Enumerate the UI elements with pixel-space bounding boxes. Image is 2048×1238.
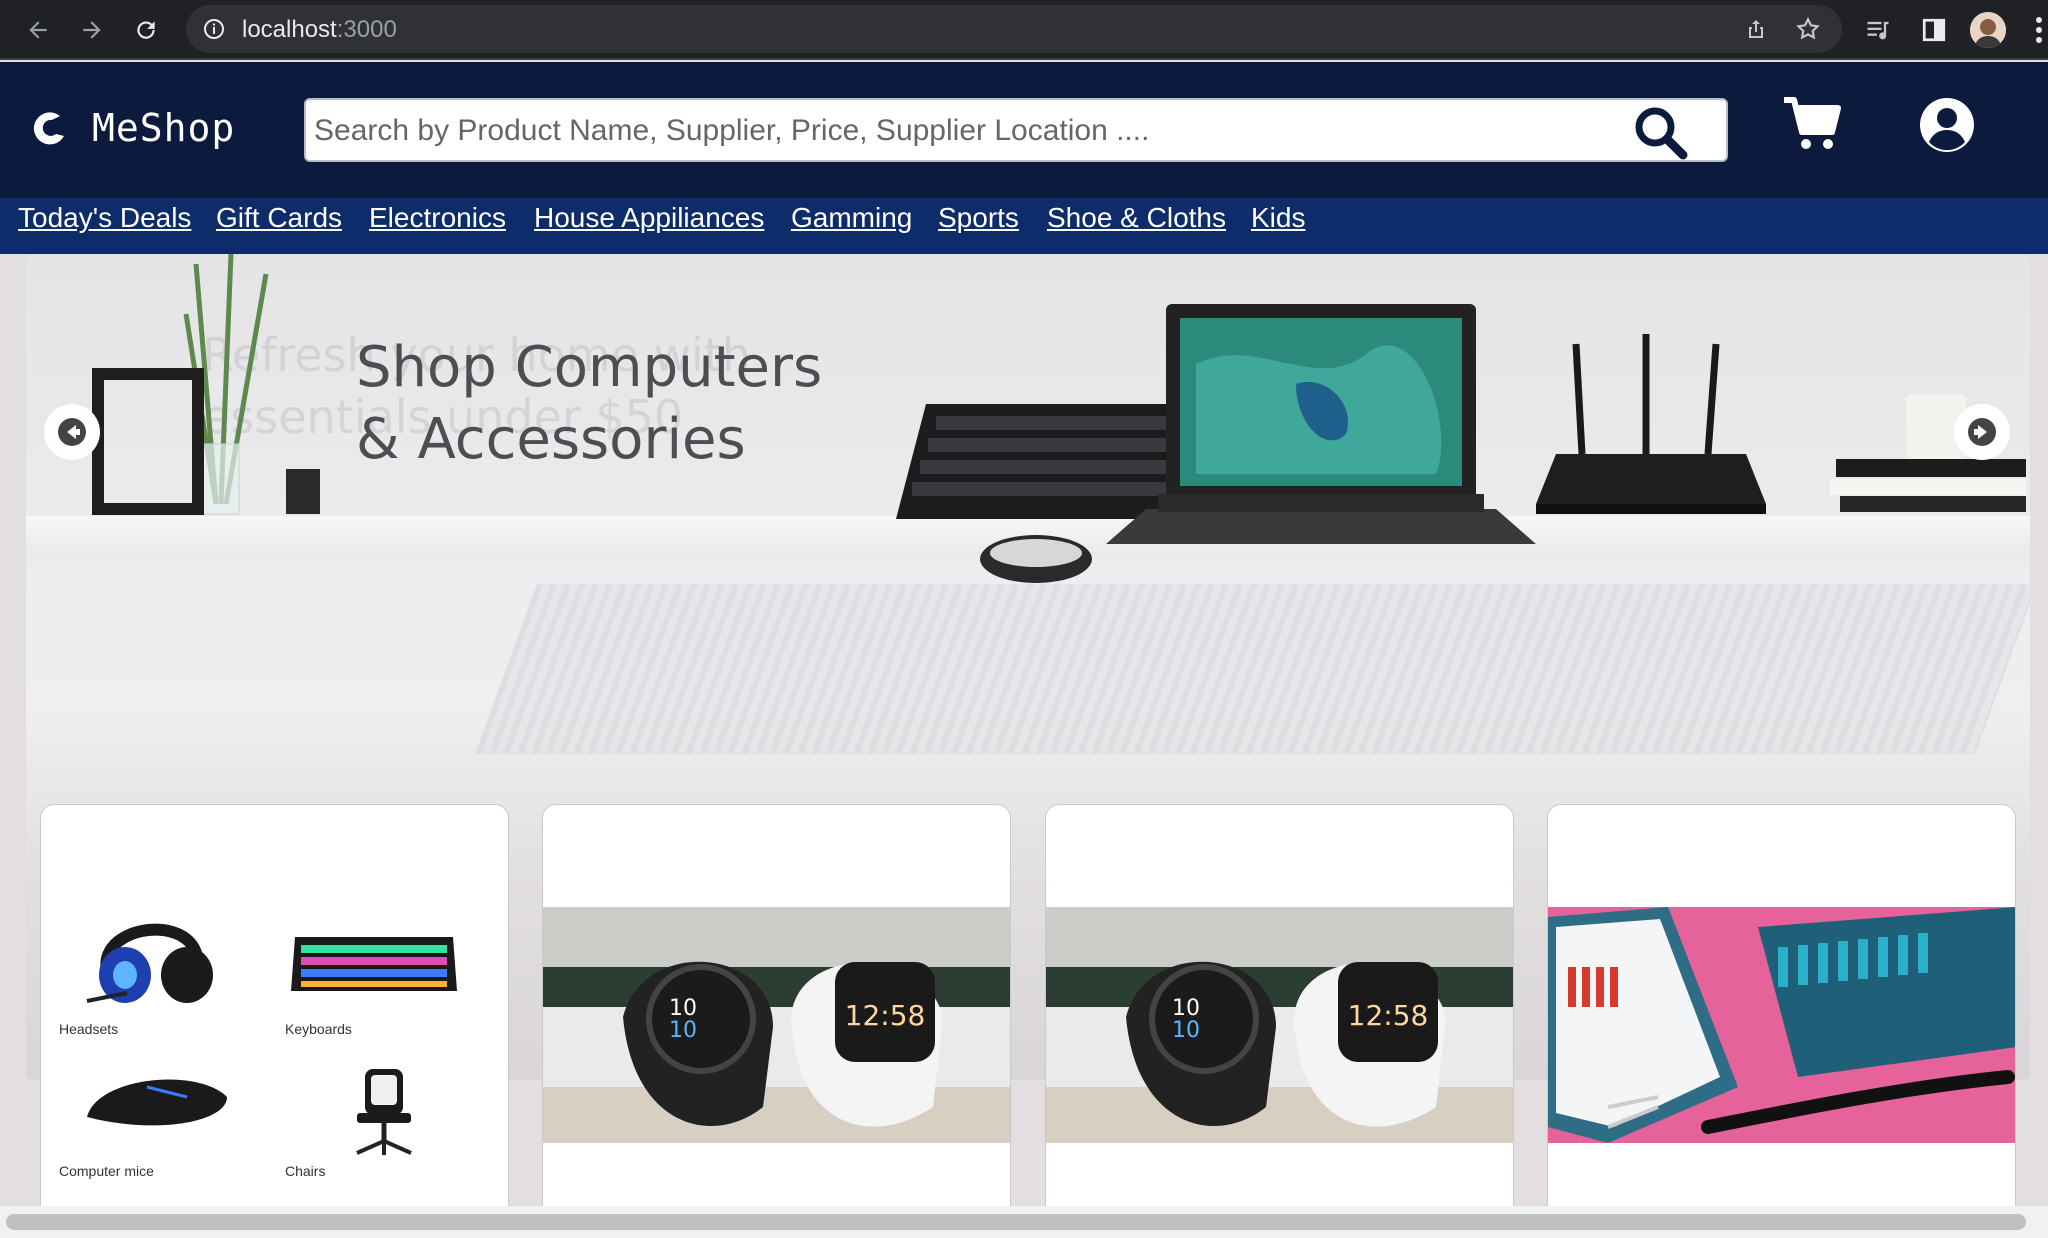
category-shoe-cloths[interactable]: Shoe & Cloths <box>1047 198 1226 254</box>
url-port: :3000 <box>336 16 397 43</box>
site-info-icon[interactable] <box>202 17 226 41</box>
product-card-tool-kit[interactable] <box>1547 804 2016 1214</box>
address-bar[interactable]: localhost:3000 <box>186 5 1842 53</box>
search-icon[interactable] <box>1630 104 1690 160</box>
share-icon[interactable] <box>1742 15 1770 43</box>
quad-label-chairs: Chairs <box>285 1163 326 1179</box>
smartwatches-image: 12:58 10 10 <box>543 907 1010 1143</box>
hero-title-line-2: & Accessories <box>356 407 746 472</box>
back-icon[interactable] <box>20 12 56 48</box>
arrow-right-icon <box>1968 418 1996 446</box>
reload-icon[interactable] <box>128 12 164 48</box>
forward-icon[interactable] <box>74 12 110 48</box>
search-box <box>304 98 1728 162</box>
browser-toolbar: localhost:3000 <box>0 0 2048 60</box>
product-card-smartwatches-1[interactable]: 12:58 10 10 <box>542 804 1011 1214</box>
smartwatches-image: 12:58 10 10 <box>1046 907 1513 1143</box>
account-icon[interactable] <box>1918 96 1976 154</box>
product-card-smartwatches-2[interactable]: 12:58 10 10 <box>1045 804 1514 1214</box>
scrollbar-thumb[interactable] <box>6 1214 2026 1230</box>
url-host: localhost <box>242 16 337 43</box>
tool-kit-image <box>1548 907 2015 1143</box>
menu-kebab-icon[interactable] <box>2030 14 2048 46</box>
category-electronics[interactable]: Electronics <box>369 198 506 254</box>
product-card-computer-accessories[interactable]: Headsets Keyboards Computer mice Chairs <box>40 804 509 1214</box>
category-sports[interactable]: Sports <box>938 198 1019 254</box>
site-logo[interactable]: MeShop <box>26 106 235 150</box>
quad-label-computer-mice: Computer mice <box>59 1163 154 1179</box>
site-header: MeShop <box>0 62 2048 198</box>
carousel-next-button[interactable] <box>1954 404 2010 460</box>
quad-label-keyboards: Keyboards <box>285 1021 352 1037</box>
category-kids[interactable]: Kids <box>1251 198 1305 254</box>
reading-list-icon[interactable] <box>1862 14 1894 46</box>
category-nav: Today's Deals Gift Cards Electronics Hou… <box>0 198 2048 254</box>
computers-accessories-image <box>896 304 1766 583</box>
watch-time-left-2: 10 <box>1172 1018 1200 1043</box>
url-text: localhost:3000 <box>242 16 397 44</box>
chair-image <box>356 1069 412 1155</box>
arrow-left-icon <box>58 418 86 446</box>
quad-label-headsets: Headsets <box>59 1021 119 1037</box>
search-input[interactable] <box>312 106 1642 156</box>
headset-image <box>86 923 213 1003</box>
cart-icon[interactable] <box>1782 96 1842 154</box>
category-gaming[interactable]: Gamming <box>791 198 912 254</box>
watch-time-left-2: 10 <box>669 1018 697 1043</box>
category-todays-deals[interactable]: Today's Deals <box>18 198 191 254</box>
carousel-prev-button[interactable] <box>44 404 100 460</box>
watch-time-right: 12:58 <box>845 999 926 1032</box>
horizontal-scrollbar[interactable] <box>0 1206 2048 1238</box>
category-house-appliances[interactable]: House Appiliances <box>534 198 764 254</box>
hero-title-line-1: Shop Computers <box>356 335 823 400</box>
logo-icon <box>33 112 64 145</box>
site-name: MeShop <box>92 106 236 150</box>
hero-title: Shop Computers & Accessories <box>356 332 823 476</box>
side-panel-icon[interactable] <box>1918 14 1950 46</box>
bookmark-star-icon[interactable] <box>1794 15 1822 43</box>
category-gift-cards[interactable]: Gift Cards <box>216 198 342 254</box>
watch-time-right: 12:58 <box>1348 999 1429 1032</box>
computer-mouse-image <box>87 1079 227 1126</box>
keyboard-image <box>291 937 457 991</box>
profile-avatar[interactable] <box>1970 12 2006 48</box>
